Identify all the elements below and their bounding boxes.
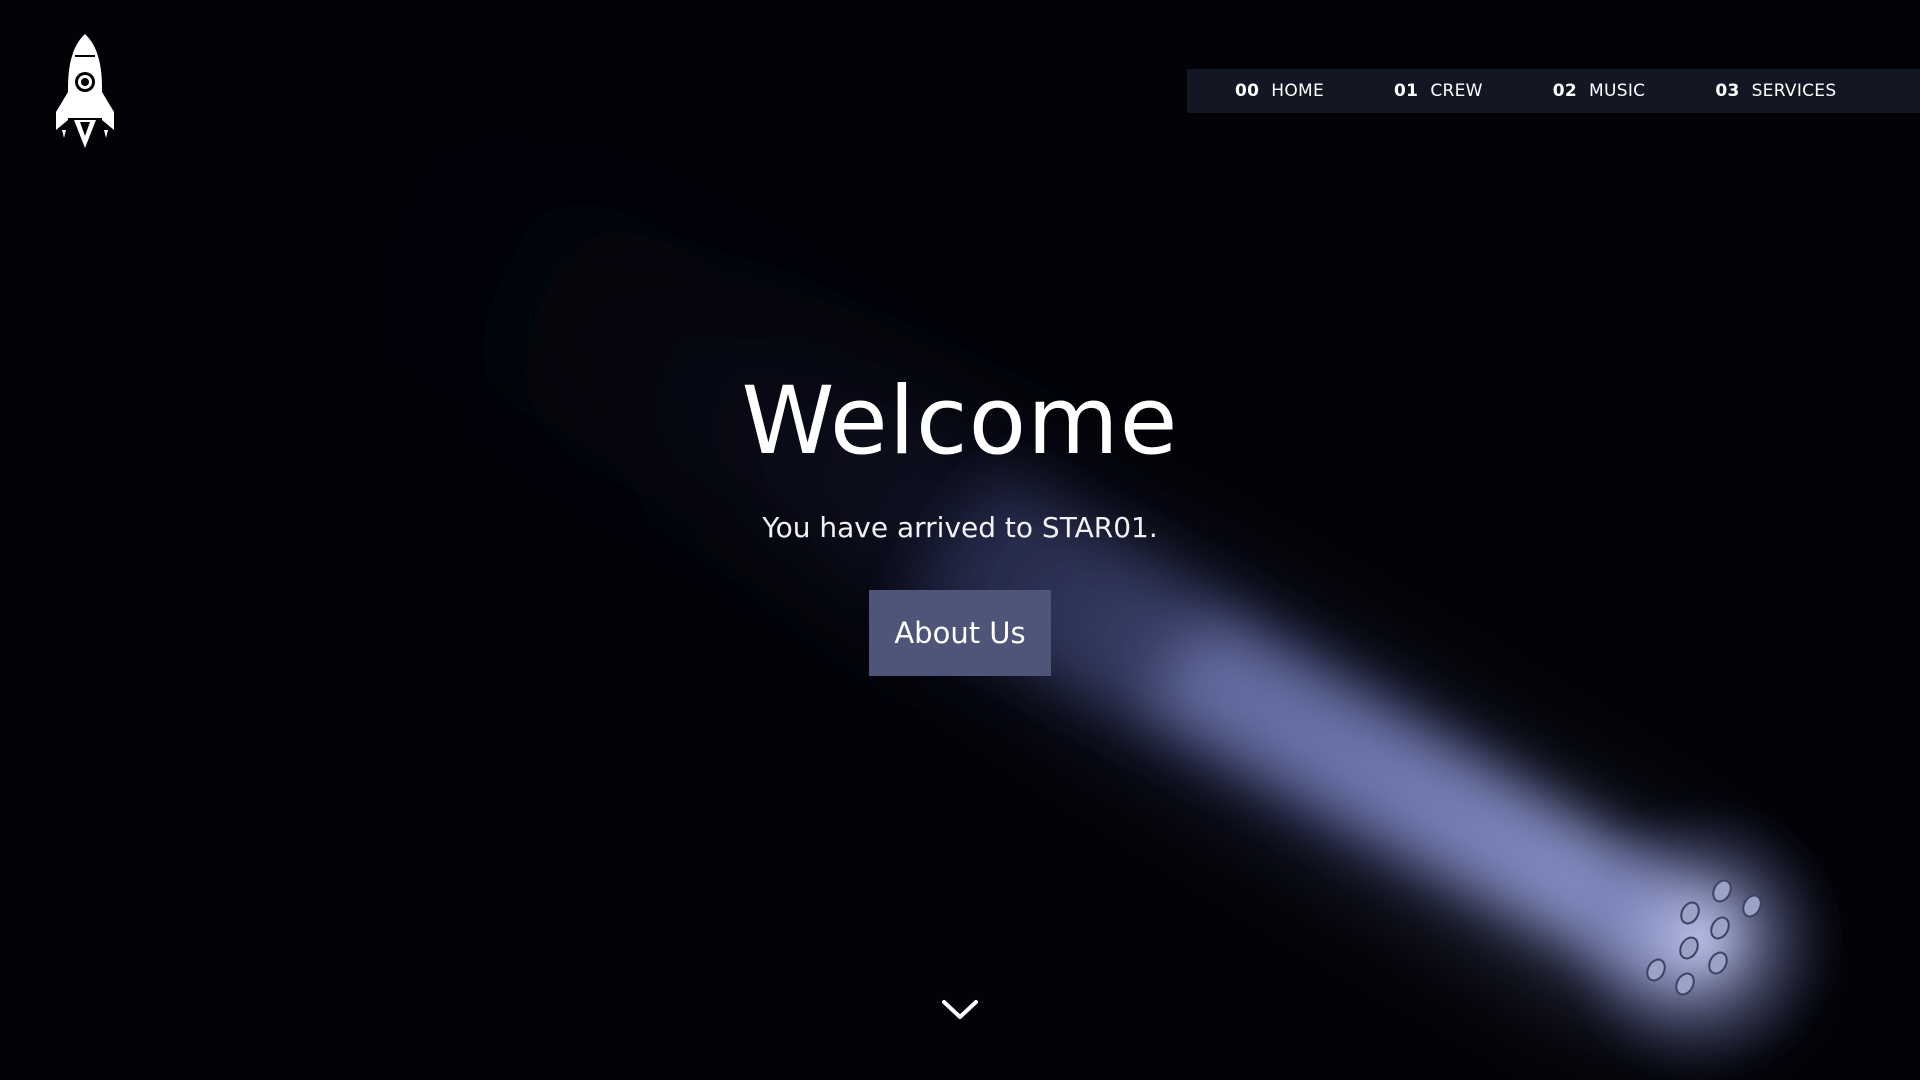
nav-item-number: 03 <box>1715 81 1740 101</box>
main-navigation: 00 HOME 01 CREW 02 MUSIC 03 SERVICES <box>1187 69 1920 113</box>
nav-item-number: 00 <box>1235 81 1260 101</box>
nav-item-label: CREW <box>1430 81 1483 101</box>
landing-page: 00 HOME 01 CREW 02 MUSIC 03 SERVICES Wel… <box>0 0 1920 1080</box>
scroll-down-button[interactable] <box>941 998 979 1022</box>
nav-item-services[interactable]: 03 SERVICES <box>1715 69 1836 113</box>
rocket-logo[interactable] <box>52 32 118 150</box>
nav-item-home[interactable]: 00 HOME <box>1235 69 1324 113</box>
rocket-icon <box>56 34 114 148</box>
hero-title: Welcome <box>741 367 1179 476</box>
about-us-button[interactable]: About Us <box>869 590 1051 677</box>
nav-item-number: 02 <box>1552 81 1578 101</box>
nav-item-crew[interactable]: 01 CREW <box>1394 69 1483 113</box>
nav-item-music[interactable]: 02 MUSIC <box>1553 69 1646 113</box>
hero-subtitle: You have arrived to STAR01. <box>762 511 1158 545</box>
nav-item-number: 01 <box>1394 81 1419 101</box>
hero-section: Welcome You have arrived to STAR01. Abou… <box>0 367 1920 677</box>
chevron-down-icon <box>942 1000 978 1019</box>
nav-item-label: MUSIC <box>1589 81 1646 101</box>
nav-item-label: HOME <box>1271 81 1325 101</box>
nav-item-label: SERVICES <box>1751 81 1837 101</box>
